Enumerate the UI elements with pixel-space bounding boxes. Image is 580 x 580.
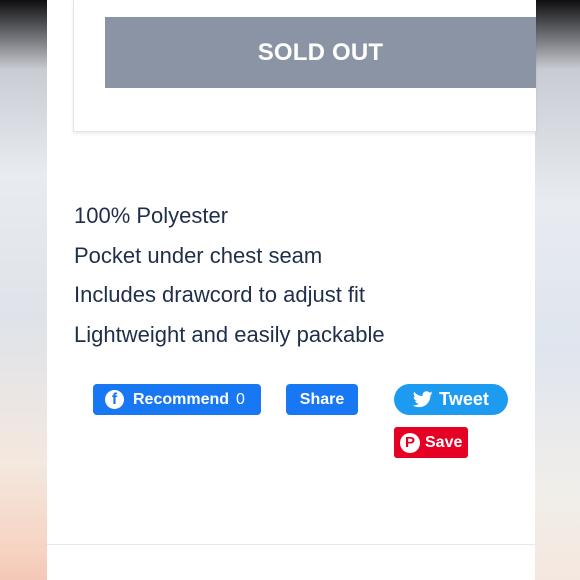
- screenshot-frame: SOLD OUT 100% Polyester Pocket under che…: [0, 0, 580, 580]
- tweet-label: Tweet: [439, 389, 489, 409]
- facebook-recommend-count: 0: [236, 390, 245, 408]
- feature-item: 100% Polyester: [74, 203, 229, 228]
- twitter-bird-icon: [413, 391, 433, 408]
- product-page: SOLD OUT 100% Polyester Pocket under che…: [47, 0, 536, 580]
- feature-item: Pocket under chest seam: [74, 242, 323, 268]
- facebook-recommend-button[interactable]: f Recommend 0: [93, 384, 261, 415]
- product-features: 100% Polyester Pocket under chest seam I…: [74, 196, 385, 354]
- facebook-icon: f: [105, 390, 124, 409]
- left-background-blur: [0, 0, 47, 580]
- sold-out-button[interactable]: SOLD OUT: [105, 17, 536, 88]
- section-divider: [47, 544, 535, 545]
- pinterest-save-button[interactable]: P Save: [394, 427, 468, 458]
- right-background-blur: [535, 0, 580, 580]
- purchase-card: SOLD OUT: [73, 0, 536, 132]
- facebook-share-label: Share: [299, 390, 345, 408]
- facebook-recommend-label: Recommend: [133, 390, 230, 408]
- pinterest-save-label: Save: [425, 433, 463, 451]
- pinterest-icon: P: [400, 432, 420, 453]
- facebook-share-button[interactable]: Share: [286, 384, 358, 415]
- feature-item: Includes drawcord to adjust fit: [74, 282, 366, 307]
- feature-item: Lightweight and easily packable: [74, 321, 385, 347]
- tweet-button[interactable]: Tweet: [394, 384, 508, 415]
